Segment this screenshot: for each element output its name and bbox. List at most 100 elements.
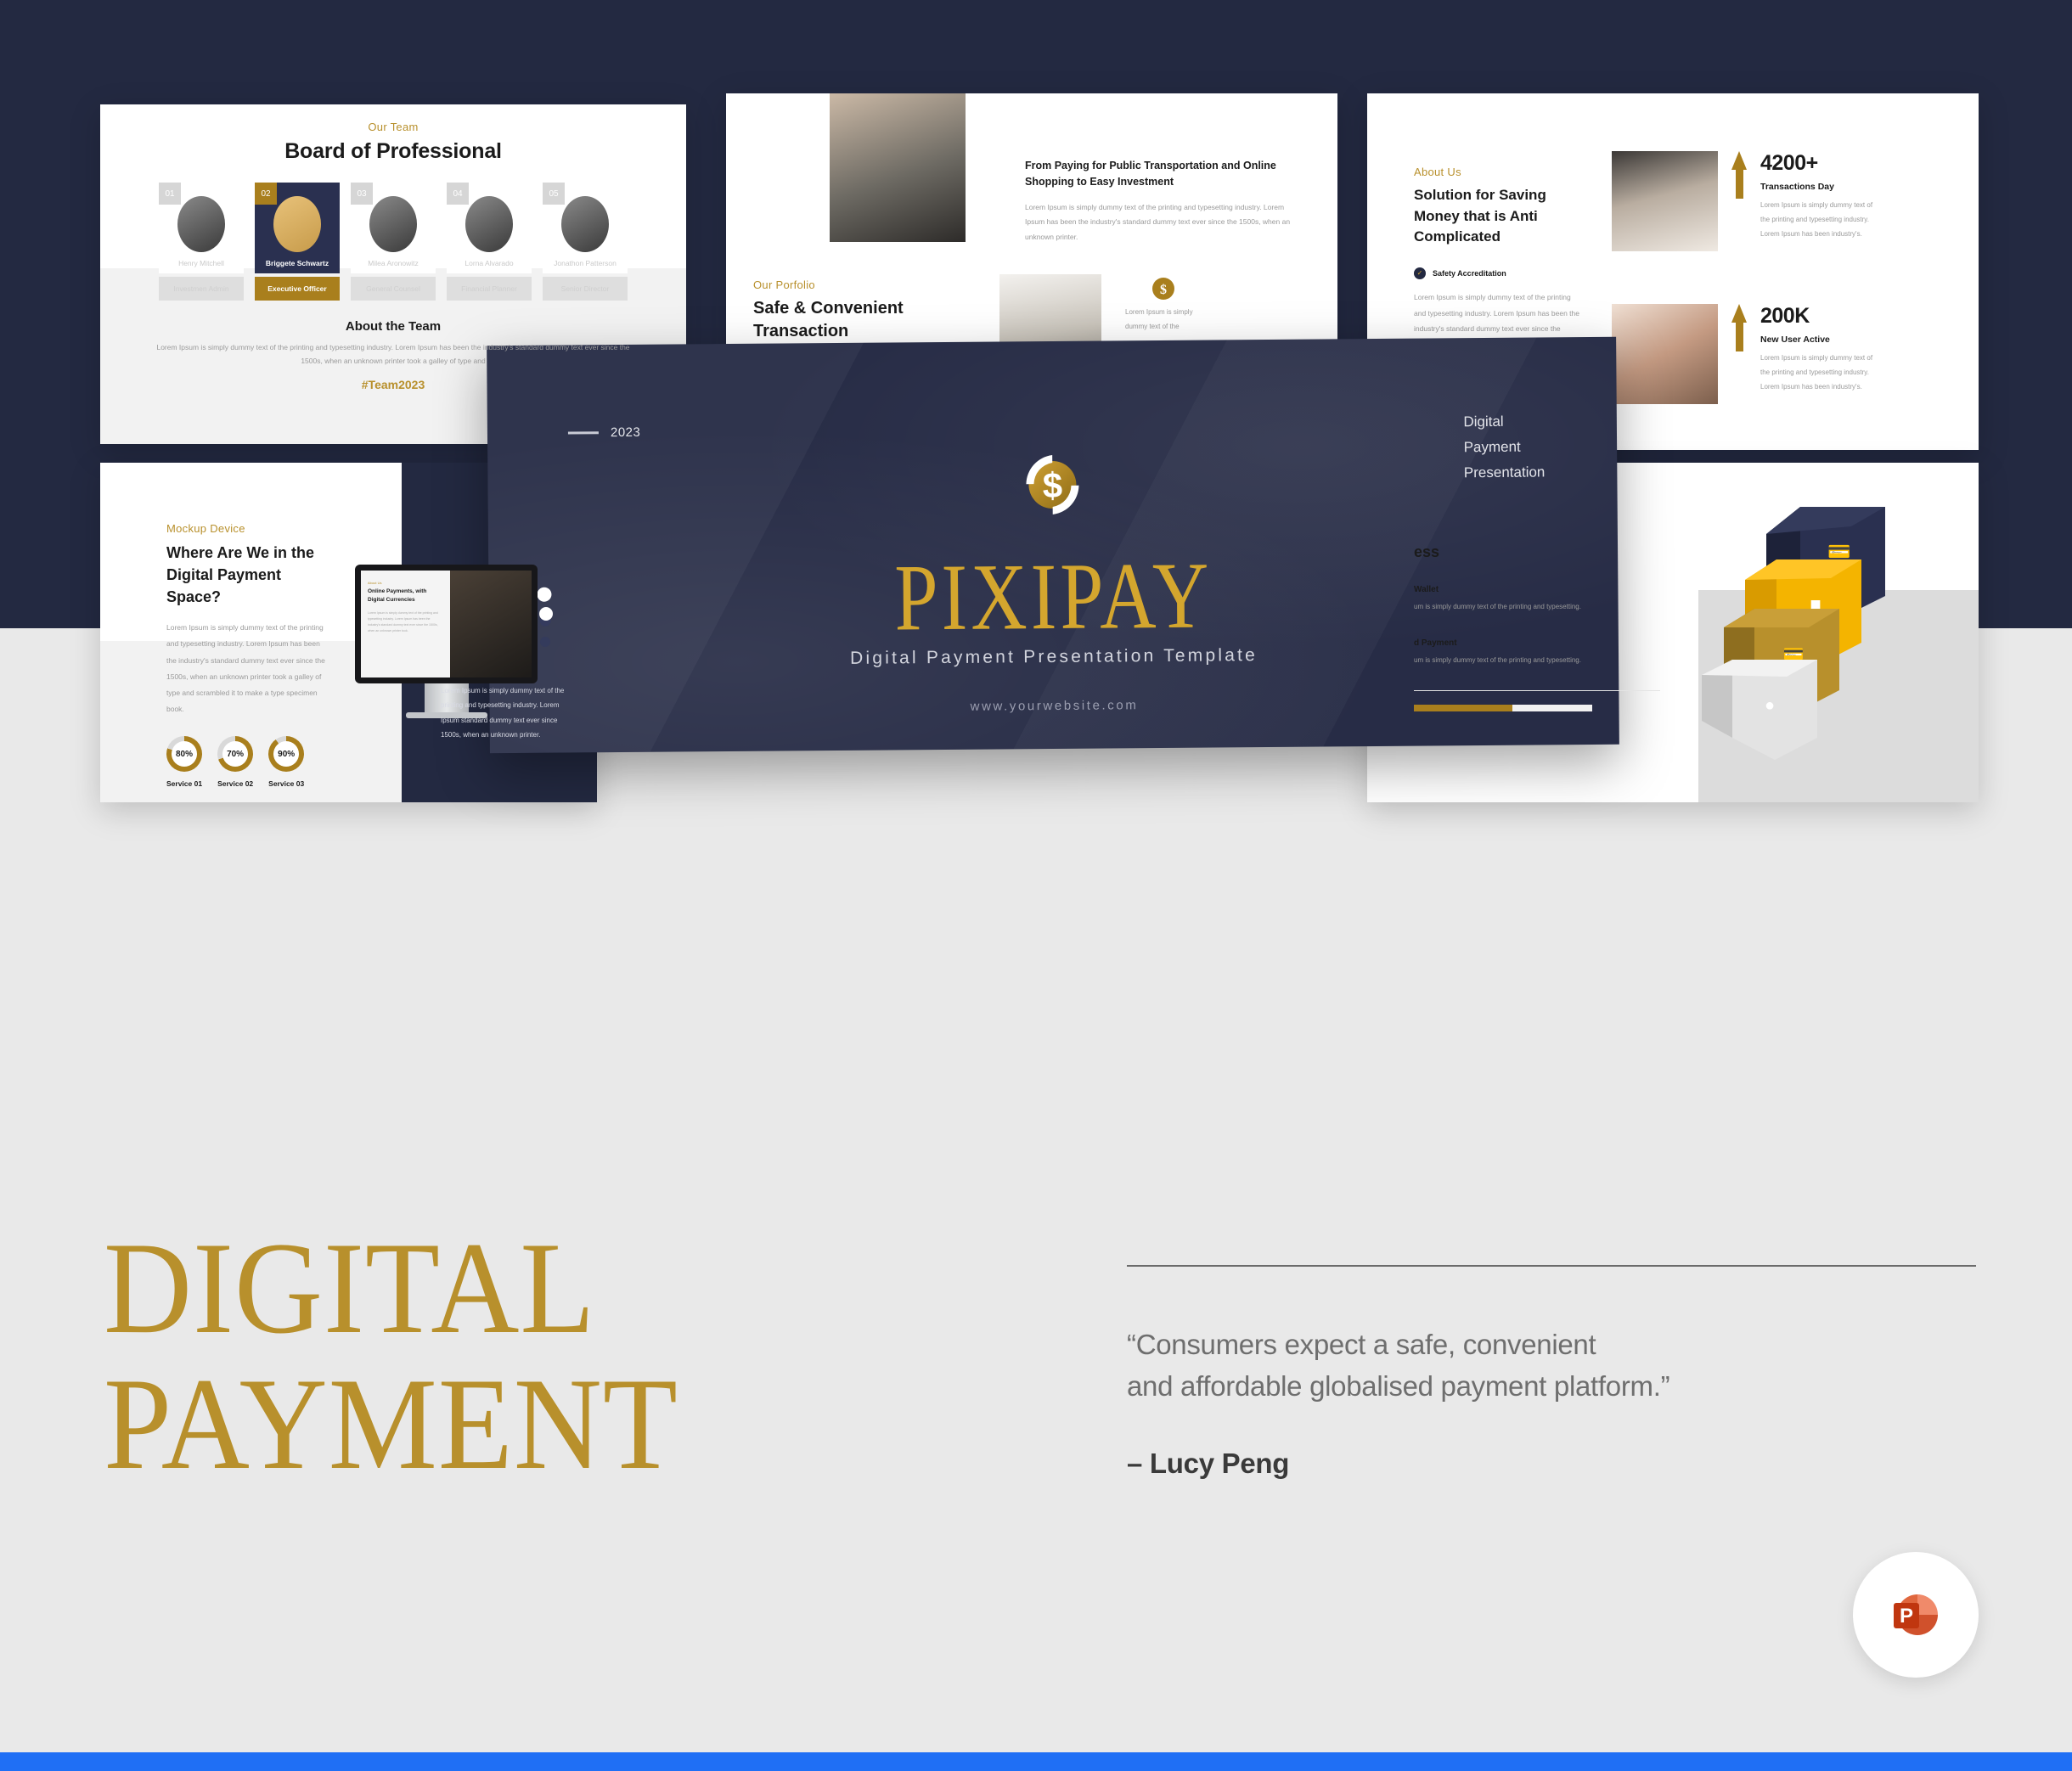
team-member-number: 03: [351, 183, 373, 205]
stat-label: Transactions Day: [1760, 182, 1834, 192]
donut-chart: 90% Service 03: [268, 736, 304, 788]
about-eyebrow: About Us: [1414, 166, 1461, 178]
team-member-number: 05: [543, 183, 565, 205]
quote-block: “Consumers expect a safe, convenient and…: [1127, 1265, 1976, 1480]
slide-indicator-dot-inactive[interactable]: [540, 637, 550, 647]
svg-text:💳: 💳: [1827, 541, 1850, 562]
team-member-role: Financial Planner: [447, 277, 532, 301]
quote-author: – Lucy Peng: [1127, 1448, 1290, 1479]
process-item: Wallet um is simply dummy text of the pr…: [1414, 585, 1660, 615]
mockup-body: Lorem Ipsum is simply dummy text of the …: [166, 623, 325, 713]
portfolio-coin-caption: Lorem Ipsum is simply dummy text of the: [1125, 308, 1193, 330]
dollar-coin-icon: $: [487, 442, 1618, 530]
arrow-up-icon: [1731, 151, 1747, 199]
process-item-title: Wallet: [1414, 585, 1439, 594]
stat-text: Lorem Ipsum is simply dummy text of the …: [1760, 354, 1873, 391]
team-member-number: 02: [255, 183, 277, 205]
avatar: [561, 196, 609, 252]
monitor-photo: [449, 571, 532, 677]
donut-label: Service 02: [217, 779, 254, 789]
progress-bar: [1414, 704, 1592, 711]
team-member-number: 04: [447, 183, 469, 205]
dollar-coin-icon: $: [1151, 276, 1176, 306]
portfolio-photo-payment: [830, 93, 966, 242]
team-member-name: Briggete Schwartz: [265, 259, 329, 267]
avatar: [177, 196, 225, 252]
shield-check-icon: ✓: [1414, 267, 1426, 279]
hero-year-marker: 2023: [567, 424, 641, 441]
team-member-number: 01: [159, 183, 181, 205]
svg-text:$: $: [1043, 465, 1063, 505]
team-member-name: Milea Aronowitz: [368, 259, 419, 267]
svg-text:P: P: [1900, 1605, 1913, 1628]
stat-label: New User Active: [1760, 335, 1830, 345]
hero-year: 2023: [610, 424, 641, 441]
team-member-name: Henry Mitchell: [178, 259, 224, 267]
slide-indicator-dot-active[interactable]: [537, 587, 552, 602]
team-member-role: Investmen Admin: [159, 277, 244, 301]
portfolio-title-line2: Transaction: [753, 322, 849, 340]
svg-text:$: $: [1160, 283, 1167, 297]
stat-text: Lorem Ipsum is simply dummy text of the …: [1760, 201, 1873, 238]
portfolio-headline: From Paying for Public Transportation an…: [1025, 160, 1276, 188]
donut-chart: 80% Service 01: [166, 736, 202, 788]
monitor-screen: About Us Online Payments, with Digital C…: [355, 565, 538, 683]
team-member-card[interactable]: 05 Jonathon Patterson Senior Director: [543, 183, 628, 301]
about-accreditation: ✓ Safety Accreditation: [1414, 267, 1584, 279]
donut-label: Service 03: [268, 779, 305, 789]
hero-corner-line1: Digital: [1463, 413, 1504, 430]
stat-value: 200K: [1760, 304, 1810, 328]
page-title: DIGITAL PAYMENT: [104, 1215, 678, 1497]
donut-value: 80%: [175, 749, 193, 759]
process-item-body: um is simply dummy text of the printing …: [1414, 655, 1581, 664]
page-title-line2: PAYMENT: [104, 1350, 678, 1497]
divider: [1127, 1265, 1976, 1267]
arrow-up-icon: [1731, 304, 1747, 351]
portfolio-title-line1: Safe & Convenient: [753, 299, 904, 318]
team-member-card[interactable]: 03 Milea Aronowitz General Counsel: [351, 183, 436, 301]
hero-year-line: [567, 431, 599, 435]
quote-line1: “Consumers expect a safe, convenient: [1127, 1329, 1596, 1360]
process-title: ess: [1414, 543, 1440, 560]
quote-text: “Consumers expect a safe, convenient and…: [1127, 1324, 1976, 1407]
divider: [1414, 689, 1660, 691]
bottom-accent-bar: [0, 1752, 2072, 1771]
team-member-card[interactable]: 04 Lorna Alvarado Financial Planner: [447, 183, 532, 301]
process-item-title: d Payment: [1414, 638, 1457, 648]
quote-line2: and affordable globalised payment platfo…: [1127, 1369, 1670, 1402]
powerpoint-icon[interactable]: P: [1853, 1552, 1979, 1678]
process-item-body: um is simply dummy text of the printing …: [1414, 603, 1581, 610]
avatar: [465, 196, 513, 252]
donut-value: 70%: [227, 749, 245, 759]
slide-team-about-title: About the Team: [345, 319, 442, 334]
team-member-card[interactable]: 01 Henry Mitchell Investmen Admin: [159, 183, 244, 301]
monitor-page: About Us Online Payments, with Digital C…: [361, 571, 532, 677]
team-member-name: Lorna Alvarado: [465, 259, 514, 267]
mockup-title: Where Are We in the Digital Payment Spac…: [166, 544, 315, 606]
slide-team-title: Board of Professional: [284, 139, 502, 163]
isometric-stack-graphic: 💳 ■ 💳 ●: [1673, 498, 1928, 783]
slide-team-eyebrow: Our Team: [368, 121, 419, 133]
portfolio-eyebrow: Our Porfolio: [753, 278, 815, 291]
team-card-row: 01 Henry Mitchell Investmen Admin 02 Bri…: [100, 183, 686, 301]
portfolio-title: Safe & Convenient Transaction: [753, 297, 904, 343]
stat-photo-couple: [1612, 304, 1718, 404]
page-title-line1: DIGITAL: [104, 1215, 596, 1361]
team-member-name: Jonathon Patterson: [554, 259, 617, 267]
stat-block: 200K New User Active Lorem Ipsum is simp…: [1612, 304, 1879, 404]
slide-team-hashtag: #Team2023: [361, 378, 425, 392]
mockup-navy-text: Lorem Ipsum is simply dummy text of the …: [441, 686, 565, 739]
donut-chart: 70% Service 02: [217, 736, 253, 788]
stat-value: 4200+: [1760, 151, 1818, 175]
monitor-body: Lorem Ipsum is simply dummy text of the …: [368, 610, 438, 632]
donut-chart-row: 80% Service 01 70% Service 02 90% Servic…: [166, 736, 329, 788]
slide-team-about-body: Lorem Ipsum is simply dummy text of the …: [156, 343, 630, 366]
avatar: [273, 196, 321, 252]
poster-canvas: Our Team Board of Professional 01 Henry …: [0, 0, 2072, 1771]
slide-indicator-dot-active[interactable]: [539, 607, 553, 621]
mockup-eyebrow: Mockup Device: [166, 522, 245, 535]
about-accreditation-label: Safety Accreditation: [1433, 268, 1506, 278]
donut-label: Service 01: [166, 779, 203, 789]
team-member-card[interactable]: 02 Briggete Schwartz Executive Officer: [255, 183, 340, 301]
team-member-role: Senior Director: [543, 277, 628, 301]
